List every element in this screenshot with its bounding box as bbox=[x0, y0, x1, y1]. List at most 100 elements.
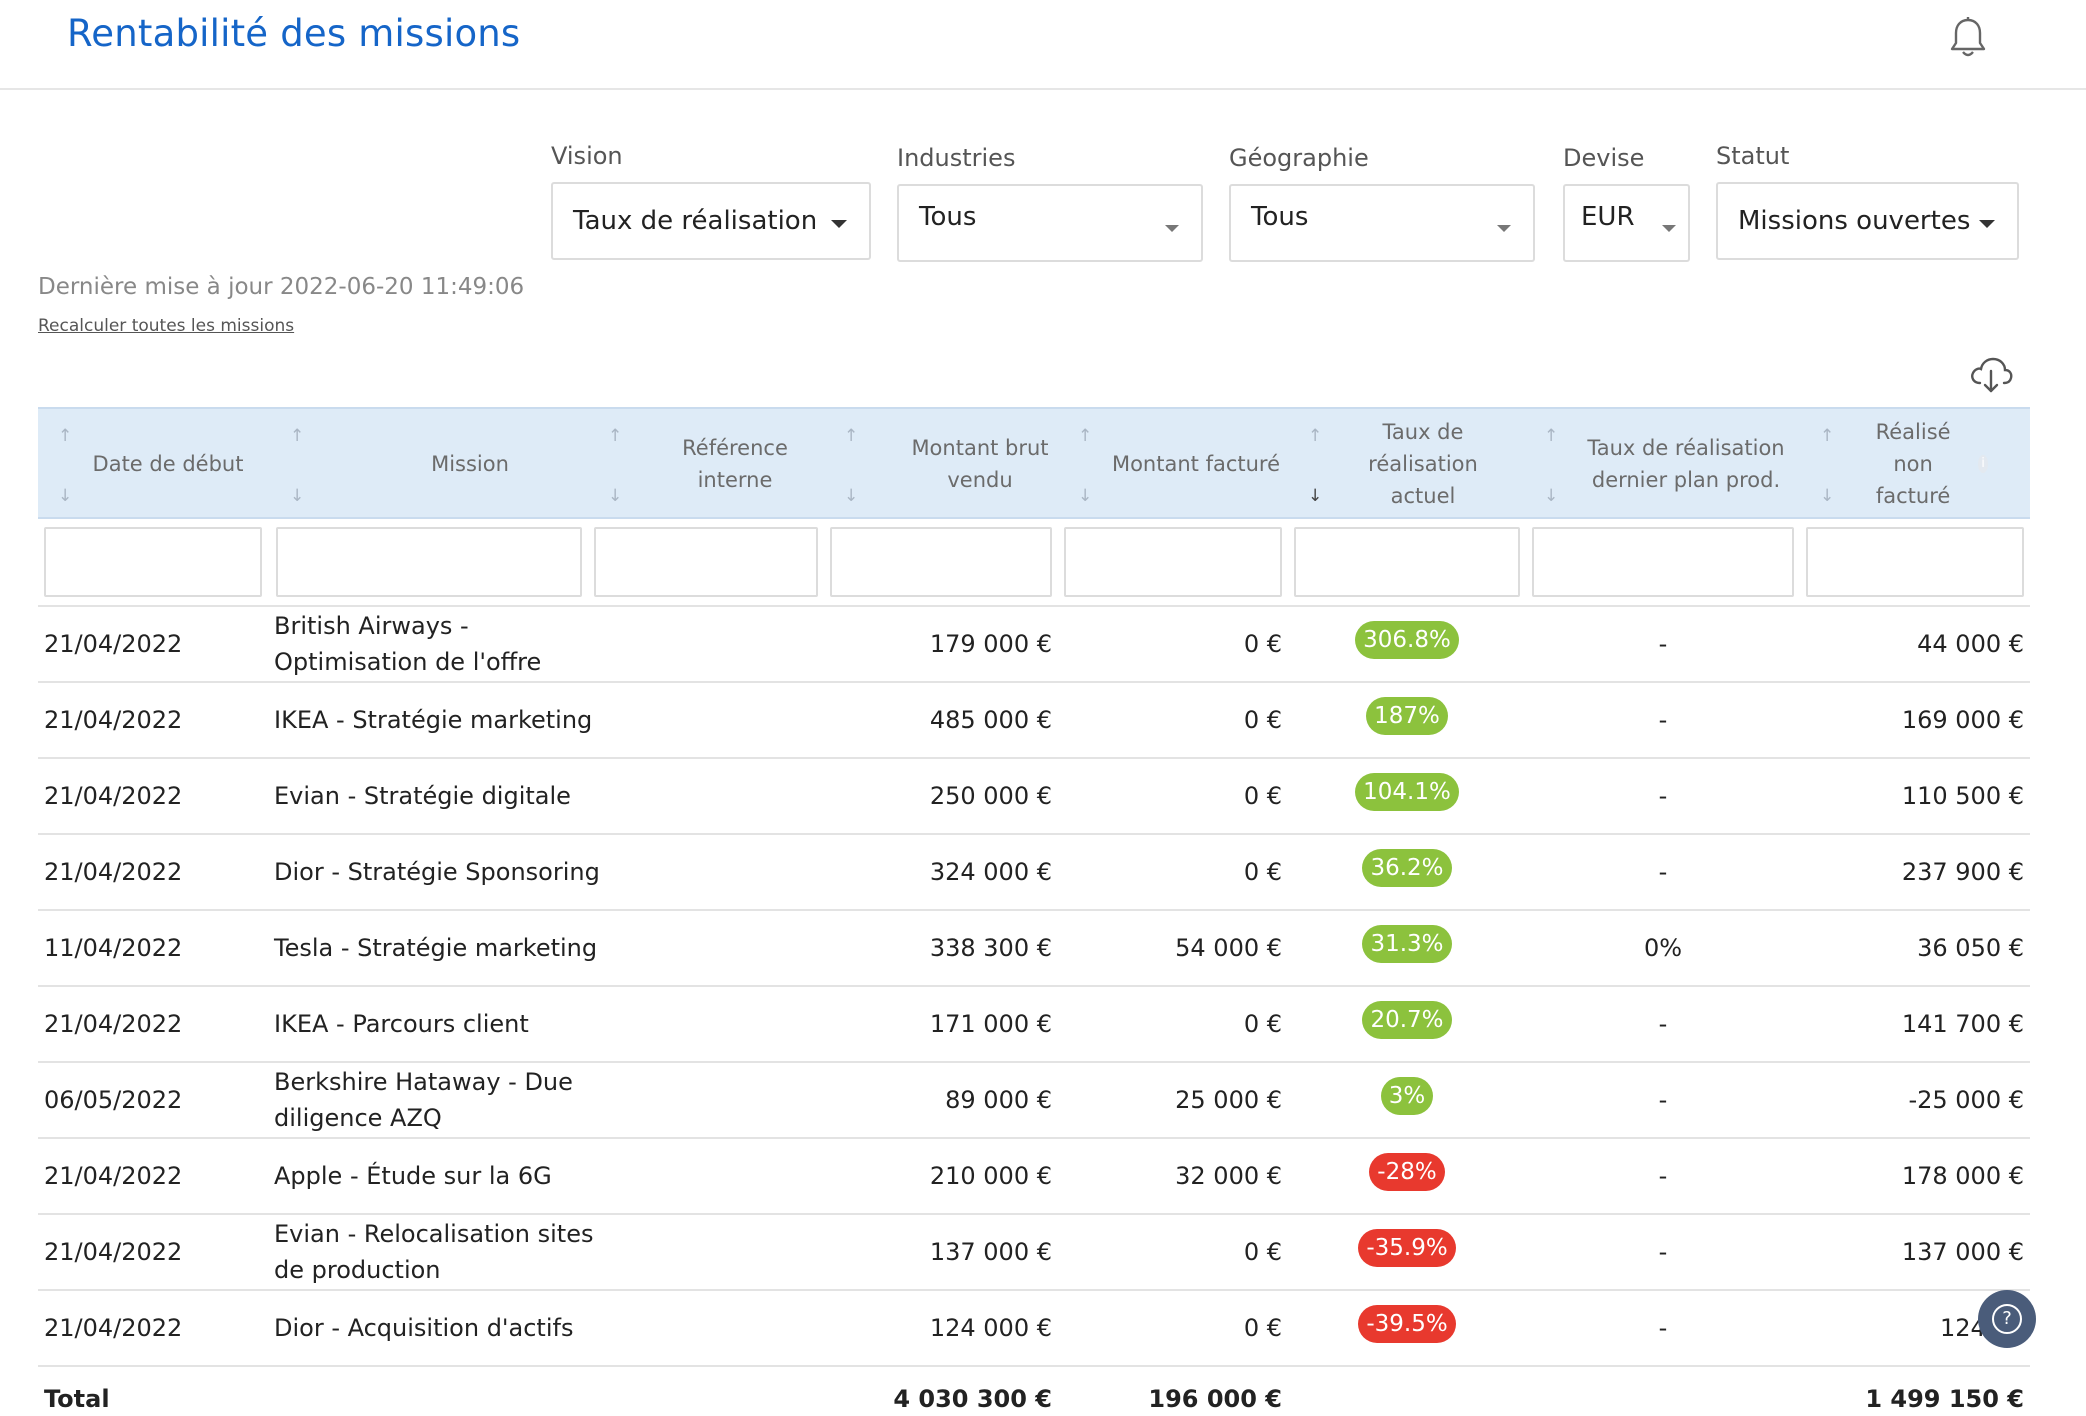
industries-select[interactable]: Tous bbox=[897, 184, 1203, 262]
cell-taux-plan: - bbox=[1658, 782, 1668, 810]
chevron-down-icon bbox=[1979, 220, 1995, 228]
filter-taux-actuel-input[interactable] bbox=[1294, 527, 1520, 597]
chevron-down-icon bbox=[1165, 225, 1179, 232]
col-ref[interactable]: Référence interne bbox=[650, 409, 820, 519]
cell-brut: 179 000 € bbox=[929, 630, 1052, 658]
arrow-down-icon: ↓ bbox=[1544, 486, 1559, 506]
sort-mission[interactable]: ↑ ↓ bbox=[290, 427, 308, 505]
geographie-label: Géographie bbox=[1229, 144, 1369, 172]
sort-taux-actuel[interactable]: ↑ ↓ bbox=[1308, 427, 1326, 505]
sort-ref[interactable]: ↑ ↓ bbox=[608, 427, 626, 505]
filter-brut-input[interactable] bbox=[830, 527, 1052, 597]
cell-ref bbox=[594, 1291, 818, 1365]
devise-select[interactable]: EUR bbox=[1563, 184, 1690, 262]
info-icon[interactable]: i bbox=[1978, 455, 1988, 473]
rate-badge: 36.2% bbox=[1362, 849, 1452, 887]
table-row[interactable]: 21/04/2022 IKEA - Stratégie marketing 48… bbox=[38, 683, 2030, 759]
filter-ref-input[interactable] bbox=[594, 527, 818, 597]
recalculate-link[interactable]: Recalculer toutes les missions bbox=[38, 316, 294, 336]
table-row[interactable]: 21/04/2022 Dior - Stratégie Sponsoring 3… bbox=[38, 835, 2030, 911]
cell-non-facture: 137 000 € bbox=[1901, 1238, 2024, 1266]
rate-badge: 104.1% bbox=[1355, 773, 1459, 811]
cell-taux-actuel: 31.3% bbox=[1294, 911, 1520, 985]
filter-mission-input[interactable] bbox=[276, 527, 582, 597]
cell-non-facture: 169 000 € bbox=[1901, 706, 2024, 734]
industries-label: Industries bbox=[897, 144, 1016, 172]
table-row[interactable]: 21/04/2022 British Airways - Optimisatio… bbox=[38, 607, 2030, 683]
cell-brut: 124 000 € bbox=[929, 1314, 1052, 1342]
top-bar: Rentabilité des missions bbox=[0, 0, 2086, 90]
sort-taux-plan[interactable]: ↑ ↓ bbox=[1544, 427, 1562, 505]
cell-non-facture: -25 000 € bbox=[1908, 1086, 2024, 1114]
cell-mission: IKEA - Stratégie marketing bbox=[274, 706, 593, 734]
cell-taux-plan: - bbox=[1658, 1314, 1668, 1342]
cell-brut: 171 000 € bbox=[929, 1010, 1052, 1038]
col-date[interactable]: Date de début bbox=[78, 409, 258, 519]
table-row[interactable]: 06/05/2022 Berkshire Hataway - Due dilig… bbox=[38, 1063, 2030, 1139]
cell-date: 21/04/2022 bbox=[44, 858, 183, 886]
sort-brut[interactable]: ↑ ↓ bbox=[844, 427, 862, 505]
industries-value: Tous bbox=[919, 202, 977, 232]
col-brut[interactable]: Montant brut vendu bbox=[880, 409, 1080, 519]
cell-non-facture: 141 700 € bbox=[1901, 1010, 2024, 1038]
filter-facture-input[interactable] bbox=[1064, 527, 1282, 597]
statut-select[interactable]: Missions ouvertes bbox=[1716, 182, 2019, 260]
table-row[interactable]: 21/04/2022 Dior - Acquisition d'actifs 1… bbox=[38, 1291, 2030, 1367]
col-non-facture[interactable]: Réalisé non facturé i bbox=[1858, 409, 1988, 519]
sort-non-facture[interactable]: ↑ ↓ bbox=[1820, 427, 1838, 505]
rate-badge: 187% bbox=[1366, 697, 1448, 735]
last-update-text: Dernière mise à jour 2022-06-20 11:49:06 bbox=[38, 274, 525, 300]
help-button[interactable]: ? bbox=[1978, 1290, 2036, 1348]
sort-facture[interactable]: ↑ ↓ bbox=[1078, 427, 1096, 505]
cloud-download-icon[interactable] bbox=[1968, 355, 2014, 395]
arrow-up-icon: ↑ bbox=[844, 426, 859, 446]
filter-taux-plan-input[interactable] bbox=[1532, 527, 1794, 597]
cell-taux-actuel: 36.2% bbox=[1294, 835, 1520, 909]
cell-date: 11/04/2022 bbox=[44, 934, 183, 962]
geographie-select[interactable]: Tous bbox=[1229, 184, 1535, 262]
col-mission[interactable]: Mission bbox=[310, 409, 630, 519]
cell-facture: 54 000 € bbox=[1175, 934, 1282, 962]
total-facture: 196 000 € bbox=[1148, 1385, 1282, 1413]
col-facture[interactable]: Montant facturé bbox=[1106, 409, 1286, 519]
sort-date[interactable]: ↑ ↓ bbox=[58, 427, 76, 505]
geographie-value: Tous bbox=[1251, 202, 1309, 232]
table-row[interactable]: 21/04/2022 IKEA - Parcours client 171 00… bbox=[38, 987, 2030, 1063]
industries-filter: Industries Tous bbox=[897, 144, 1203, 262]
cell-mission: Berkshire Hataway - Due diligence AZQ bbox=[274, 1068, 573, 1132]
table-body: 21/04/2022 British Airways - Optimisatio… bbox=[38, 607, 2030, 1367]
devise-filter: Devise EUR bbox=[1563, 144, 1690, 262]
cell-taux-actuel: -39.5% bbox=[1294, 1291, 1520, 1365]
bell-icon[interactable] bbox=[1948, 16, 1988, 60]
cell-mission: Evian - Relocalisation sites de producti… bbox=[274, 1220, 594, 1284]
cell-taux-plan: - bbox=[1658, 630, 1668, 658]
cell-taux-plan: - bbox=[1658, 1010, 1668, 1038]
arrow-up-icon: ↑ bbox=[1308, 426, 1323, 446]
arrow-down-icon: ↓ bbox=[58, 486, 73, 506]
table-row[interactable]: 21/04/2022 Evian - Stratégie digitale 25… bbox=[38, 759, 2030, 835]
missions-table: ↑ ↓ Date de début ↑ ↓ Mission ↑ ↓ Référence… bbox=[38, 407, 2030, 1416]
total-brut: 4 030 300 € bbox=[893, 1385, 1052, 1413]
arrow-up-icon: ↑ bbox=[608, 426, 623, 446]
table-header: ↑ ↓ Date de début ↑ ↓ Mission ↑ ↓ Référence… bbox=[38, 407, 2030, 519]
total-non-facture: 1 499 150 € bbox=[1865, 1385, 2024, 1413]
cell-taux-actuel: 187% bbox=[1294, 683, 1520, 757]
col-taux-actuel[interactable]: Taux de réalisation actuel bbox=[1334, 409, 1512, 519]
cell-ref bbox=[594, 987, 818, 1061]
table-row[interactable]: 21/04/2022 Evian - Relocalisation sites … bbox=[38, 1215, 2030, 1291]
col-taux-plan[interactable]: Taux de réalisation dernier plan prod. bbox=[1576, 409, 1796, 519]
filter-non-facture-input[interactable] bbox=[1806, 527, 2024, 597]
cell-taux-actuel: 3% bbox=[1294, 1063, 1520, 1137]
cell-brut: 250 000 € bbox=[929, 782, 1052, 810]
cell-mission: Dior - Acquisition d'actifs bbox=[274, 1314, 574, 1342]
cell-taux-actuel: 306.8% bbox=[1294, 607, 1520, 681]
arrow-down-icon: ↓ bbox=[1078, 486, 1093, 506]
chevron-down-icon bbox=[1662, 225, 1676, 232]
filter-date-input[interactable] bbox=[44, 527, 262, 597]
cell-facture: 0 € bbox=[1243, 630, 1282, 658]
vision-select[interactable]: Taux de réalisation bbox=[551, 182, 871, 260]
rate-badge: 306.8% bbox=[1355, 621, 1459, 659]
geographie-filter: Géographie Tous bbox=[1229, 144, 1535, 262]
table-row[interactable]: 11/04/2022 Tesla - Stratégie marketing 3… bbox=[38, 911, 2030, 987]
table-row[interactable]: 21/04/2022 Apple - Étude sur la 6G 210 0… bbox=[38, 1139, 2030, 1215]
